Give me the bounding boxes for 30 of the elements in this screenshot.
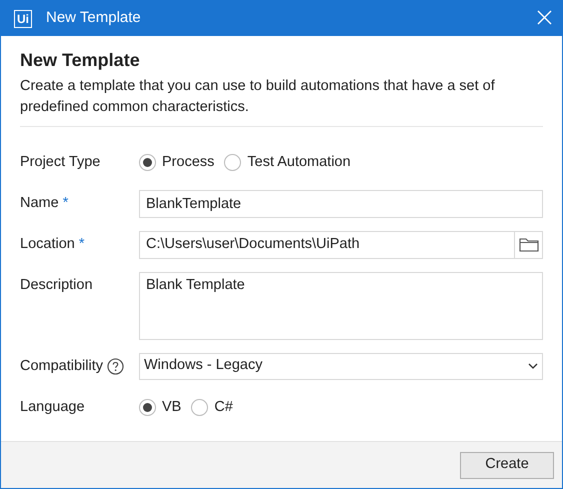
field-label: Project Type	[20, 152, 100, 172]
field-label: Compatibility	[20, 356, 103, 376]
field-label: Language	[20, 398, 85, 417]
app-logo: Ui	[14, 10, 32, 28]
description-field[interactable]: Blank Template	[139, 272, 543, 340]
radio-label: C#	[214, 398, 233, 417]
radio-button[interactable]	[139, 399, 156, 416]
help-icon[interactable]	[107, 358, 124, 376]
field-label: Description	[20, 276, 93, 295]
radio-button[interactable]	[139, 154, 156, 172]
radio-button[interactable]	[191, 399, 208, 416]
folder-icon	[518, 237, 538, 252]
required-mark: *	[62, 194, 68, 213]
dropdown[interactable]: Windows - Legacy	[139, 352, 543, 380]
browse-button[interactable]	[515, 230, 543, 259]
path-field[interactable]: C:\Users\user\Documents\UiPath	[139, 230, 515, 259]
close-icon[interactable]	[537, 10, 552, 26]
radio-label: Process	[162, 152, 214, 172]
dialog-description: Create a template that you can use to build automations that have a set of predefined common characteristics.	[20, 76, 496, 117]
text-field[interactable]: BlankTemplate	[139, 190, 543, 218]
field-label: Location	[20, 234, 75, 254]
window-title: New Template	[46, 8, 141, 28]
chevron-down-icon	[528, 363, 538, 370]
create-button[interactable]: Create	[460, 452, 554, 478]
required-mark: *	[78, 234, 84, 254]
radio-button[interactable]	[224, 154, 242, 172]
radio-label: VB	[162, 398, 182, 417]
field-label: Name	[20, 194, 59, 213]
radio-label: Test Automation	[247, 152, 351, 172]
dialog-heading: New Template	[20, 50, 141, 72]
